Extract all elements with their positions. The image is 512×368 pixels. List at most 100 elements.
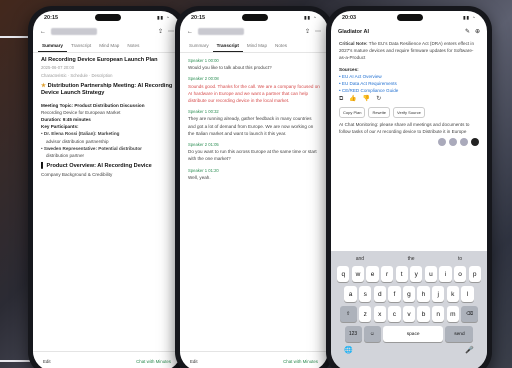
- key[interactable]: t: [395, 266, 408, 282]
- key[interactable]: a: [344, 286, 357, 302]
- bottom-bar: Edit Chat with Minutes: [33, 351, 181, 368]
- edit-button[interactable]: Edit: [190, 359, 198, 364]
- options-icon[interactable]: ⊕: [475, 28, 480, 35]
- delete-key[interactable]: ⌫: [461, 306, 479, 322]
- transcript-text-highlighted: Sounds good. Thanks for the call. We are…: [188, 83, 320, 104]
- key[interactable]: f: [388, 286, 401, 302]
- key[interactable]: n: [432, 306, 445, 322]
- back-icon[interactable]: ←: [40, 29, 46, 35]
- nav-bar: ← ⇪ ⋯: [180, 24, 328, 39]
- tab-mind-map[interactable]: Mind Map: [95, 39, 123, 52]
- key[interactable]: s: [359, 286, 372, 302]
- tab-bar: Summary Transcript Mind Map Notes: [33, 39, 181, 53]
- transcript-text: They are running already, gather feedbac…: [188, 116, 314, 136]
- back-icon[interactable]: ←: [187, 29, 193, 35]
- key[interactable]: x: [373, 306, 386, 322]
- source-link[interactable]: • EU AI Act Overview: [339, 73, 479, 80]
- tab-notes[interactable]: Notes: [271, 39, 291, 52]
- thumbs-up-icon[interactable]: 👍: [349, 96, 356, 103]
- send-icon[interactable]: [471, 138, 479, 147]
- status-time: 20:03: [342, 14, 357, 21]
- section-heading-text: Distribution Partnership Meeting: AI Rec…: [41, 82, 173, 97]
- key[interactable]: d: [373, 286, 386, 302]
- numbers-key[interactable]: 123: [344, 326, 362, 342]
- summary-line: distribution partner: [46, 153, 85, 159]
- chat-with-minutes-button[interactable]: Chat with Minutes: [136, 359, 171, 364]
- tab-transcript[interactable]: Transcript: [67, 39, 95, 52]
- key-row-4: 123 ☺ space send: [334, 326, 484, 342]
- section-heading-2: ▌ Product Overview: AI Recording Device: [41, 163, 152, 170]
- copy-plan-button[interactable]: Copy Plan: [339, 106, 366, 118]
- more-icon[interactable]: ⋯: [168, 28, 174, 35]
- space-key[interactable]: space: [383, 326, 444, 342]
- share-icon[interactable]: ⇪: [158, 28, 163, 35]
- source-link[interactable]: • CE/RED Compliance Guide: [339, 87, 479, 94]
- key[interactable]: o: [453, 266, 467, 282]
- share-icon[interactable]: ⇪: [305, 28, 310, 35]
- key[interactable]: u: [424, 266, 438, 282]
- key[interactable]: g: [402, 286, 416, 302]
- verify-source-button[interactable]: Verify Source: [393, 106, 425, 118]
- source-link-text[interactable]: EU Data Act Requirements: [342, 81, 397, 86]
- status-bar: 20:03 ▮▮ ◔: [331, 11, 487, 24]
- key[interactable]: h: [417, 286, 430, 302]
- source-link-text[interactable]: CE/RED Compliance Guide: [342, 88, 398, 93]
- refresh-icon[interactable]: ↻: [376, 96, 381, 103]
- key[interactable]: k: [446, 286, 459, 302]
- photo-icon[interactable]: [449, 138, 457, 147]
- key[interactable]: c: [388, 306, 401, 322]
- shift-key[interactable]: ⇧: [339, 306, 357, 322]
- sources-label: Sources:: [339, 66, 359, 72]
- key[interactable]: q: [337, 266, 350, 282]
- return-key[interactable]: send: [445, 326, 474, 342]
- thumbs-down-icon[interactable]: 👎: [363, 96, 370, 103]
- chat-with-minutes-button[interactable]: Chat with Minutes: [283, 359, 318, 364]
- transcript-content: Speaker 1 00:00 Would you like to talk a…: [180, 53, 328, 185]
- key[interactable]: i: [439, 266, 452, 282]
- summary-content: AI Recording Device European Launch Plan…: [33, 53, 181, 182]
- key[interactable]: r: [380, 266, 394, 282]
- input-tools: [339, 138, 479, 147]
- summary-title: AI Recording Device European Launch Plan: [41, 57, 158, 63]
- source-link-text[interactable]: EU AI Act Overview: [342, 74, 382, 79]
- phone-screen: 20:15 ▮▮ ◔ ← ⇪ ⋯ Summary Transcript Mind…: [33, 11, 181, 368]
- key[interactable]: b: [417, 306, 430, 322]
- microphone-icon[interactable]: 🎤: [465, 346, 474, 354]
- rewrite-button[interactable]: Rewrite: [368, 106, 391, 118]
- speaker-label: Speaker 2 01:05: [188, 142, 219, 148]
- key[interactable]: z: [359, 306, 372, 322]
- key[interactable]: e: [366, 266, 379, 282]
- nav-bar: ← ⇪ ⋯: [33, 24, 181, 39]
- summary-line: advisor distribution partnership: [46, 138, 109, 144]
- key[interactable]: p: [468, 266, 481, 282]
- copy-icon[interactable]: ⧉: [339, 96, 343, 103]
- summary-line: • Sweden Representative: Potential distr…: [41, 145, 142, 151]
- signal-icon: ▮▮ ◔: [157, 14, 170, 20]
- more-icon[interactable]: ⋯: [315, 28, 321, 35]
- tab-summary[interactable]: Summary: [38, 39, 67, 52]
- key[interactable]: j: [432, 286, 445, 302]
- key[interactable]: v: [402, 306, 416, 322]
- key[interactable]: l: [461, 286, 474, 302]
- speaker-label: Speaker 1 00:32: [188, 109, 219, 115]
- emoji-key[interactable]: ☺: [363, 326, 381, 342]
- chat-input-text[interactable]: AI Chat Monitoring: please share all mee…: [339, 121, 479, 135]
- edit-button[interactable]: Edit: [43, 359, 51, 364]
- suggestion[interactable]: to: [458, 256, 462, 262]
- phone-screen: 20:03 ▮▮ ◔ Gladiator AI ✎ ⊕ Critical Not…: [331, 11, 487, 368]
- tab-summary[interactable]: Summary: [185, 39, 213, 52]
- attach-icon[interactable]: [438, 138, 446, 147]
- suggestion[interactable]: the: [408, 256, 415, 262]
- key[interactable]: y: [410, 266, 423, 282]
- tab-notes[interactable]: Notes: [123, 39, 143, 52]
- compose-icon[interactable]: ✎: [465, 28, 470, 35]
- source-link[interactable]: • EU Data Act Requirements: [339, 80, 479, 87]
- key[interactable]: w: [351, 266, 365, 282]
- key[interactable]: m: [446, 306, 459, 322]
- tab-transcript[interactable]: Transcript: [212, 39, 243, 52]
- suggestion[interactable]: and: [356, 256, 364, 262]
- tab-mind-map[interactable]: Mind Map: [243, 39, 271, 52]
- globe-icon[interactable]: 🌐: [344, 346, 353, 354]
- voice-icon[interactable]: [460, 138, 468, 147]
- status-time: 20:15: [191, 14, 206, 21]
